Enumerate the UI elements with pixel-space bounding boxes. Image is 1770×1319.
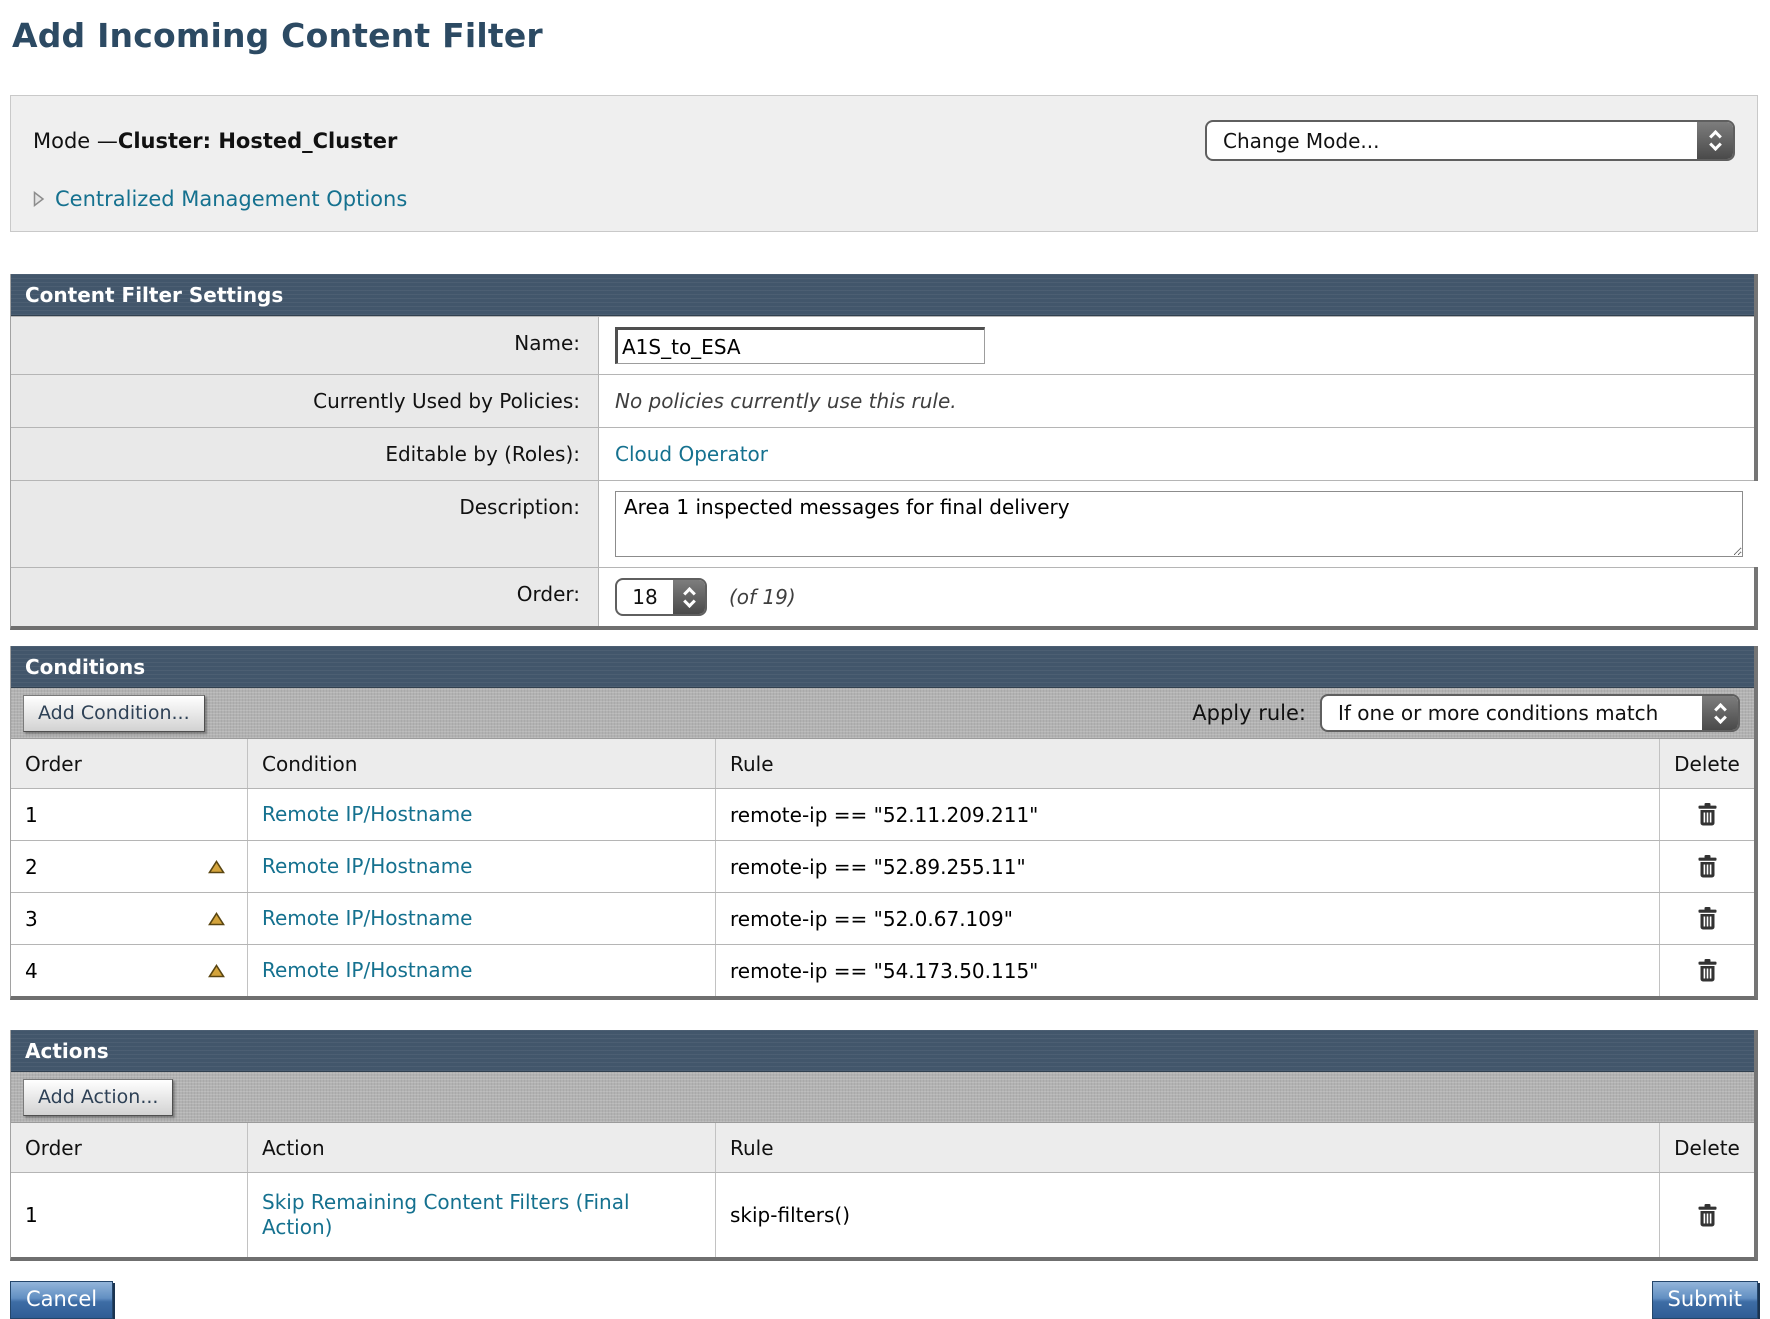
order-row: Order: 18 (of 19)	[11, 567, 1754, 626]
col-header-condition: Condition	[248, 739, 716, 788]
condition-link[interactable]: Remote IP/Hostname	[262, 958, 472, 983]
editable-row: Editable by (Roles): Cloud Operator	[11, 427, 1754, 480]
conditions-table: Order Condition Rule Delete 1 Remote IP/…	[11, 739, 1754, 996]
condition-row: 2 Remote IP/Hostname remote-ip == "52.89…	[11, 840, 1754, 892]
actions-panel: Actions Add Action... Order Action Rule …	[10, 1030, 1758, 1261]
name-label: Name:	[11, 317, 599, 374]
action-order: 1	[25, 1203, 38, 1227]
policies-value: No policies currently use this rule.	[615, 389, 957, 413]
apply-rule-group: Apply rule: If one or more conditions ma…	[1192, 694, 1740, 732]
policies-value-cell: No policies currently use this rule.	[599, 375, 1754, 427]
actions-table: Order Action Rule Delete 1 Skip Remainin…	[11, 1123, 1754, 1257]
col-header-rule: Rule	[716, 739, 1660, 788]
actions-header: Actions	[11, 1030, 1754, 1072]
centralized-management-options-link[interactable]: Centralized Management Options	[55, 187, 407, 211]
conditions-panel: Conditions Add Condition... Apply rule: …	[10, 646, 1758, 1000]
delete-condition-button[interactable]	[1694, 956, 1721, 985]
description-row: Description: Area 1 inspected messages f…	[11, 480, 1754, 567]
mode-panel: Mode —Cluster: Hosted_Cluster Change Mod…	[10, 95, 1758, 232]
name-row: Name:	[11, 316, 1754, 374]
mode-label: Mode —	[33, 129, 118, 153]
select-stepper-icon	[1702, 696, 1738, 730]
condition-rule: remote-ip == "52.89.255.11"	[730, 855, 1026, 879]
order-select[interactable]: 18	[615, 578, 707, 616]
conditions-table-header: Order Condition Rule Delete	[11, 739, 1754, 788]
delete-condition-button[interactable]	[1694, 800, 1721, 829]
centralized-management-row: Centralized Management Options	[33, 187, 1735, 211]
delete-action-button[interactable]	[1694, 1201, 1721, 1230]
col-header-action: Action	[248, 1123, 716, 1172]
condition-row: 3 Remote IP/Hostname remote-ip == "52.0.…	[11, 892, 1754, 944]
conditions-toolbar: Add Condition... Apply rule: If one or m…	[11, 688, 1754, 739]
trash-icon	[1696, 854, 1719, 879]
change-mode-select[interactable]: Change Mode...	[1205, 120, 1735, 161]
condition-row: 4 Remote IP/Hostname remote-ip == "54.17…	[11, 944, 1754, 996]
col-header-order: Order	[11, 1123, 248, 1172]
page-title: Add Incoming Content Filter	[12, 16, 1758, 55]
actions-toolbar: Add Action...	[11, 1072, 1754, 1123]
action-rule: skip-filters()	[730, 1203, 850, 1227]
move-up-arrow-icon[interactable]	[208, 912, 225, 926]
mode-text: Mode —Cluster: Hosted_Cluster	[33, 129, 397, 153]
mode-value: Cluster: Hosted_Cluster	[118, 129, 397, 153]
add-condition-button[interactable]: Add Condition...	[23, 695, 205, 732]
policies-label: Currently Used by Policies:	[11, 375, 599, 427]
condition-link[interactable]: Remote IP/Hostname	[262, 802, 472, 827]
content-filter-settings-header: Content Filter Settings	[11, 274, 1754, 316]
actions-table-header: Order Action Rule Delete	[11, 1123, 1754, 1172]
content-filter-settings-panel: Content Filter Settings Name: Currently …	[10, 274, 1758, 630]
condition-order: 2	[25, 855, 38, 879]
trash-icon	[1696, 802, 1719, 827]
condition-order: 3	[25, 907, 38, 931]
order-value-cell: 18 (of 19)	[599, 568, 1754, 626]
move-up-arrow-icon[interactable]	[208, 860, 225, 874]
delete-condition-button[interactable]	[1694, 852, 1721, 881]
add-action-button[interactable]: Add Action...	[23, 1079, 173, 1116]
trash-icon	[1696, 958, 1719, 983]
col-header-delete: Delete	[1660, 1123, 1754, 1172]
col-header-order: Order	[11, 739, 248, 788]
editable-value-cell: Cloud Operator	[599, 428, 1754, 480]
disclosure-triangle-icon[interactable]	[33, 191, 45, 207]
delete-condition-button[interactable]	[1694, 904, 1721, 933]
apply-rule-select-label: If one or more conditions match	[1322, 701, 1658, 725]
submit-button[interactable]: Submit	[1652, 1281, 1759, 1319]
policies-row: Currently Used by Policies: No policies …	[11, 374, 1754, 427]
apply-rule-select[interactable]: If one or more conditions match	[1320, 694, 1740, 732]
condition-rule: remote-ip == "52.0.67.109"	[730, 907, 1013, 931]
name-input[interactable]	[615, 327, 985, 364]
condition-rule: remote-ip == "52.11.209.211"	[730, 803, 1038, 827]
description-value-cell: Area 1 inspected messages for final deli…	[599, 481, 1759, 567]
col-header-delete: Delete	[1660, 739, 1754, 788]
trash-icon	[1696, 1203, 1719, 1228]
order-select-value: 18	[617, 585, 673, 609]
footer-bar: Cancel Submit	[10, 1281, 1758, 1319]
select-stepper-icon	[1697, 122, 1733, 159]
mode-row: Mode —Cluster: Hosted_Cluster Change Mod…	[33, 120, 1735, 161]
condition-order: 1	[25, 803, 38, 827]
conditions-header: Conditions	[11, 646, 1754, 688]
editable-label: Editable by (Roles):	[11, 428, 599, 480]
description-textarea[interactable]: Area 1 inspected messages for final deli…	[615, 491, 1743, 557]
col-header-rule: Rule	[716, 1123, 1660, 1172]
page: Add Incoming Content Filter Mode —Cluste…	[0, 0, 1770, 1319]
trash-icon	[1696, 906, 1719, 931]
action-row: 1 Skip Remaining Content Filters (Final …	[11, 1172, 1754, 1257]
description-label: Description:	[11, 481, 599, 567]
action-link[interactable]: Skip Remaining Content Filters (Final Ac…	[262, 1190, 689, 1240]
condition-rule: remote-ip == "54.173.50.115"	[730, 959, 1038, 983]
name-value-cell	[599, 317, 1754, 374]
cloud-operator-link[interactable]: Cloud Operator	[615, 442, 768, 466]
cancel-button[interactable]: Cancel	[10, 1281, 113, 1319]
condition-row: 1 Remote IP/Hostname remote-ip == "52.11…	[11, 788, 1754, 840]
order-total: (of 19)	[729, 585, 796, 609]
order-label: Order:	[11, 568, 599, 626]
apply-rule-label: Apply rule:	[1192, 701, 1306, 725]
change-mode-select-label: Change Mode...	[1207, 129, 1380, 153]
condition-link[interactable]: Remote IP/Hostname	[262, 854, 472, 879]
move-up-arrow-icon[interactable]	[208, 964, 225, 978]
condition-link[interactable]: Remote IP/Hostname	[262, 906, 472, 931]
condition-order: 4	[25, 959, 38, 983]
select-stepper-icon	[673, 580, 705, 614]
